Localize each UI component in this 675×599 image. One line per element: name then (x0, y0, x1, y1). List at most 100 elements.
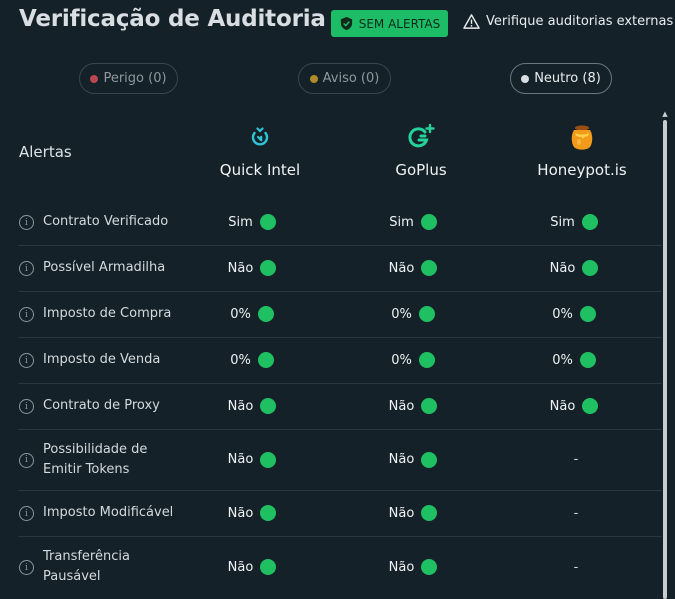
value-text: Não (388, 452, 415, 467)
row-value-cell: Não (363, 450, 463, 470)
table-row: i Imposto de Compra 0% 0% 0% (0, 292, 662, 338)
shield-check-icon (340, 16, 352, 31)
provider-name: Quick Intel (219, 161, 301, 179)
info-icon[interactable]: i (19, 452, 34, 468)
row-label: Contrato de Proxy (43, 398, 160, 413)
scroll-up-arrow-icon[interactable]: ▲ (662, 110, 668, 118)
row-value-cell: Não (202, 258, 302, 278)
value-text: Não (549, 398, 576, 414)
table-row: i Contrato Verificado Sim Sim Sim (0, 200, 662, 246)
row-value-cell: - (526, 450, 626, 470)
no-alerts-badge: SEM ALERTAS (331, 10, 448, 37)
value-text: Não (227, 260, 254, 276)
quick-intel-logo-icon (245, 122, 275, 152)
value-text: Não (388, 505, 415, 521)
danger-dot-icon (90, 74, 99, 83)
row-value-cell: 0% (202, 304, 302, 324)
row-value-cell: Sim (202, 212, 302, 232)
row-label: Transferência Pausável (43, 549, 130, 584)
value-text: 0% (391, 352, 412, 368)
status-ok-icon (418, 306, 435, 322)
row-value-cell: Não (202, 503, 302, 523)
row-label: Possível Armadilha (43, 260, 166, 275)
status-ok-icon (581, 214, 598, 230)
status-ok-icon (257, 352, 274, 368)
row-value-cell: Não (202, 396, 302, 416)
honeypot-logo-icon (567, 122, 597, 152)
filter-danger-label: Perigo (0) (103, 71, 167, 86)
page-title: Verificação de Auditoria (19, 6, 326, 32)
value-text: Não (227, 398, 254, 414)
status-ok-icon (418, 352, 435, 368)
scrollbar-thumb[interactable] (663, 120, 667, 599)
row-label: Contrato Verificado (43, 214, 169, 229)
row-value-cell: Não (363, 503, 463, 523)
provider-goplus: GoPlus (341, 122, 501, 179)
info-icon[interactable]: i (19, 506, 34, 521)
row-value-cell: 0% (524, 304, 624, 324)
goplus-logo-icon (406, 122, 436, 152)
row-label: Imposto Modificável (43, 505, 174, 520)
provider-quick-intel: Quick Intel (180, 122, 340, 179)
provider-name: Honeypot.is (537, 161, 627, 179)
row-value-cell: 0% (363, 350, 463, 370)
provider-honeypot: Honeypot.is (502, 122, 662, 179)
value-text: Não (227, 505, 254, 521)
value-text: 0% (391, 306, 412, 322)
value-text: - (573, 505, 579, 521)
info-icon[interactable]: i (19, 215, 34, 230)
info-icon[interactable]: i (19, 353, 34, 368)
status-ok-icon (420, 214, 437, 230)
table-row: i Contrato de Proxy Não Não Não (0, 384, 662, 430)
provider-name: GoPlus (395, 161, 447, 179)
value-text: Não (549, 260, 576, 276)
info-icon[interactable]: i (19, 307, 34, 322)
filter-warning[interactable]: Aviso (0) (298, 63, 391, 94)
table-row: i Imposto de Venda 0% 0% 0% (0, 338, 662, 384)
table-row: i Transferência Pausável Não Não - (0, 537, 662, 599)
row-value-cell: 0% (524, 350, 624, 370)
value-text: Sim (228, 214, 253, 230)
status-ok-icon (257, 306, 274, 322)
filter-warning-label: Aviso (0) (322, 71, 380, 86)
value-text: 0% (552, 352, 573, 368)
external-audits-label: Verifique auditorias externas (486, 14, 674, 29)
status-ok-icon (260, 451, 277, 468)
filter-neutral[interactable]: Neutro (8) (510, 63, 612, 94)
table-row: i Possível Armadilha Não Não Não (0, 246, 662, 292)
status-ok-icon (579, 306, 596, 322)
value-text: 0% (230, 306, 251, 322)
external-audits-link[interactable]: Verifique auditorias externas (463, 13, 673, 30)
status-ok-icon (421, 451, 438, 468)
table-row: i Imposto Modificável Não Não - (0, 491, 662, 537)
row-value-cell: Sim (524, 212, 624, 232)
status-ok-icon (421, 398, 438, 414)
row-value-cell: Não (363, 557, 463, 577)
filter-danger[interactable]: Perigo (0) (79, 63, 178, 94)
row-value-cell: Não (363, 396, 463, 416)
status-ok-icon (260, 398, 277, 414)
info-icon[interactable]: i (19, 560, 34, 575)
table-scrollbar[interactable]: ▲ (662, 110, 668, 599)
status-ok-icon (260, 505, 277, 521)
value-text: Não (227, 559, 254, 575)
row-value-cell: Não (202, 450, 302, 470)
value-text: Não (227, 452, 254, 467)
row-value-cell: Não (524, 258, 624, 278)
row-value-cell: Não (524, 396, 624, 416)
info-icon[interactable]: i (19, 399, 34, 414)
value-text: Não (388, 559, 415, 575)
warning-dot-icon (309, 74, 318, 83)
value-text: 0% (230, 352, 251, 368)
row-value-cell: Não (202, 557, 302, 577)
info-icon[interactable]: i (19, 261, 34, 276)
status-ok-icon (582, 398, 599, 414)
value-text: 0% (552, 306, 573, 322)
neutral-dot-icon (521, 74, 530, 83)
alerts-column-header: Alertas (19, 143, 72, 161)
row-value-cell: 0% (363, 304, 463, 324)
warning-icon (463, 14, 480, 29)
status-ok-icon (421, 260, 438, 276)
value-text: - (573, 452, 579, 467)
status-ok-icon (582, 260, 599, 276)
